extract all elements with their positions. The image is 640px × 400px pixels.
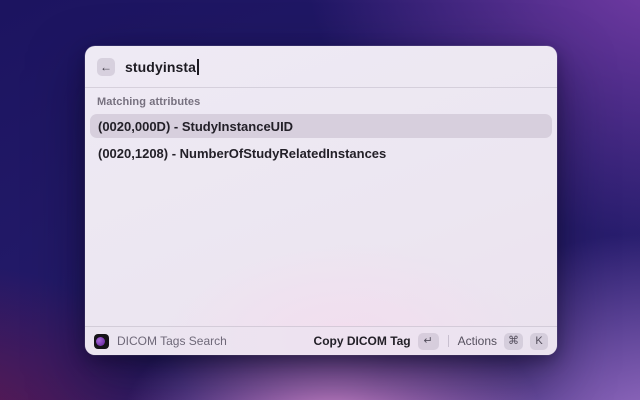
results-list: Matching attributes (0020,000D) - StudyI… — [85, 88, 557, 165]
actions-menu-button[interactable]: Actions — [458, 334, 497, 348]
command-key-badge: ⌘ — [504, 332, 523, 350]
section-header: Matching attributes — [97, 96, 201, 108]
extension-name: DICOM Tags Search — [117, 334, 227, 348]
footer-bar: DICOM Tags Search Copy DICOM Tag ↵ Actio… — [85, 326, 557, 355]
primary-action-button[interactable]: Copy DICOM Tag — [314, 334, 411, 348]
footer-extension-info: DICOM Tags Search — [94, 333, 314, 349]
back-arrow-icon: ← — [100, 59, 112, 74]
launcher-window: ← studyinsta Matching attributes (0020,0… — [85, 46, 557, 355]
k-key-badge: K — [530, 332, 548, 350]
result-label: (0020,1208) - NumberOfStudyRelatedInstan… — [98, 145, 387, 161]
footer-actions: Copy DICOM Tag ↵ Actions ⌘ K — [314, 332, 548, 350]
extension-icon — [94, 333, 109, 349]
footer-divider — [447, 335, 449, 347]
text-caret — [197, 58, 199, 75]
desktop-background: { "window": { "search": { "query": "stud… — [0, 0, 640, 400]
result-row-number-of-study-related-instances[interactable]: (0020,1208) - NumberOfStudyRelatedInstan… — [90, 141, 552, 165]
return-key-badge: ↵ — [417, 332, 439, 350]
search-query-text: studyinsta — [125, 58, 197, 75]
back-button[interactable]: ← — [97, 57, 115, 76]
search-bar: ← studyinsta — [85, 46, 557, 88]
result-row-study-instance-uid[interactable]: (0020,000D) - StudyInstanceUID — [90, 114, 552, 138]
search-input[interactable]: studyinsta — [125, 58, 545, 75]
result-label: (0020,000D) - StudyInstanceUID — [98, 118, 294, 134]
